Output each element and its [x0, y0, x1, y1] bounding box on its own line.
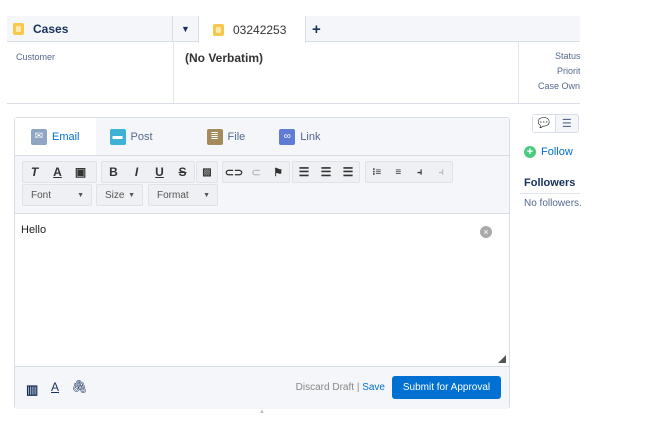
select-value: Format: [157, 189, 189, 201]
select-value: Size: [105, 189, 125, 201]
tab-label: Email: [52, 130, 80, 143]
publisher: ✉ Email ▬ Post ≣ File ∞ Link T A ▣ BIUS ▨ ⊂⊃ ⊂ ⚑…: [14, 117, 510, 409]
tab-label: File: [227, 130, 246, 143]
tab-case[interactable]: 03242253: [198, 16, 306, 43]
tab-label: Post: [130, 130, 153, 143]
select-value: Font: [31, 189, 52, 201]
strikethrough-icon[interactable]: S: [171, 165, 194, 179]
file-icon: ≣: [206, 128, 223, 145]
priority-label: Priority: [557, 66, 580, 76]
text-color-icon[interactable]: A: [46, 165, 69, 179]
tab-email[interactable]: ✉ Email: [15, 118, 96, 155]
case-icon: [213, 23, 224, 36]
save-link[interactable]: Save: [362, 382, 385, 393]
flag-icon[interactable]: ⚑: [267, 166, 289, 179]
editor-toolbar: T A ▣ BIUS ▨ ⊂⊃ ⊂ ⚑ ☰ ☰ ☰ ⁝≡ ≡ ⫞ ⫞ Font ▼ Size ▼ Fo…: [15, 156, 509, 214]
case-icon: [13, 23, 24, 35]
plus-icon: +: [524, 146, 536, 158]
resize-grip-icon[interactable]: ▲: [259, 409, 265, 415]
list-group: ⁝≡ ≡ ⫞ ⫞: [365, 161, 453, 183]
follow-button[interactable]: + Follow: [524, 146, 573, 158]
chevron-down-icon: ▼: [77, 191, 84, 199]
align-right-icon[interactable]: ☰: [337, 165, 359, 179]
tab-cases[interactable]: Cases: [13, 16, 68, 42]
separator: |: [356, 382, 360, 393]
email-body-editor[interactable]: Hello ×: [15, 214, 509, 366]
outdent-icon[interactable]: ⫞: [431, 167, 453, 178]
plus-icon[interactable]: +: [312, 16, 321, 42]
tab-file[interactable]: ≣ File: [167, 118, 260, 155]
template-icon[interactable]: ▥: [26, 382, 38, 398]
font-select[interactable]: Font ▼: [22, 184, 92, 206]
underline-icon[interactable]: U: [148, 165, 171, 179]
image-icon[interactable]: ▨: [197, 167, 217, 178]
tab-label: 03242253: [233, 22, 287, 37]
format-group: T A ▣: [22, 161, 97, 183]
link-icon[interactable]: ⊂⊃: [223, 166, 245, 179]
unlink-icon[interactable]: ⊂: [245, 166, 267, 179]
numbered-list-icon[interactable]: ≡: [388, 167, 410, 178]
owner-label: Case Owner: [538, 81, 580, 91]
customer-label: Customer: [16, 52, 56, 62]
clear-icon[interactable]: ×: [480, 226, 492, 238]
publisher-footer: ▥ A 🖇 Discard Draft | Save Submit for Ap…: [15, 366, 509, 409]
chat-icon[interactable]: 💬: [533, 115, 556, 132]
tab-post[interactable]: ▬ Post: [96, 118, 167, 155]
email-body-text[interactable]: Hello: [21, 224, 46, 236]
followers-title: Followers: [524, 177, 576, 189]
post-icon: ▬: [109, 128, 126, 145]
attach-icon[interactable]: 🖇: [71, 379, 88, 395]
no-followers-text: No followers.: [524, 198, 582, 209]
size-select[interactable]: Size ▼: [96, 184, 143, 206]
discard-draft-link[interactable]: Discard Draft: [296, 382, 354, 393]
bg-color-icon[interactable]: ▣: [69, 165, 92, 179]
resize-handle-icon[interactable]: [498, 355, 506, 363]
case-header: Customer (No Verbatim) Status Priority C…: [7, 42, 580, 104]
tab-label: Cases: [33, 22, 69, 36]
text-format-icon[interactable]: A: [51, 380, 59, 394]
tab-bar: Cases ▼ 03242253 +: [7, 16, 580, 43]
align-left-icon[interactable]: ☰: [293, 165, 315, 179]
divider: [520, 193, 580, 194]
image-group: ▨: [196, 161, 218, 183]
bullet-list-icon[interactable]: ⁝≡: [366, 167, 388, 178]
submit-for-approval-button[interactable]: Submit for Approval: [392, 376, 501, 399]
caret-down-icon[interactable]: ▼: [172, 16, 198, 42]
status-label: Status: [555, 51, 580, 61]
follow-label: Follow: [541, 146, 573, 158]
tab-label: Link: [300, 130, 321, 143]
format-select[interactable]: Format ▼: [148, 184, 218, 206]
chevron-down-icon: ▼: [128, 191, 135, 199]
link-group: ⊂⊃ ⊂ ⚑: [222, 161, 290, 183]
style-group: BIUS: [101, 161, 195, 183]
link-icon: ∞: [279, 128, 296, 145]
list-icon[interactable]: ☰: [556, 115, 578, 132]
bold-icon[interactable]: B: [102, 165, 125, 179]
chevron-down-icon: ▼: [203, 191, 210, 199]
align-center-icon[interactable]: ☰: [315, 165, 337, 179]
publisher-tabs: ✉ Email ▬ Post ≣ File ∞ Link: [15, 118, 509, 156]
email-icon: ✉: [31, 128, 47, 145]
align-group: ☰ ☰ ☰: [292, 161, 360, 183]
view-toggle: 💬 ☰: [532, 114, 579, 133]
italic-icon[interactable]: I: [125, 165, 148, 179]
clear-format-icon[interactable]: T: [23, 165, 46, 179]
indent-icon[interactable]: ⫞: [409, 167, 431, 178]
verbatim: (No Verbatim): [185, 51, 264, 65]
tab-link[interactable]: ∞ Link: [259, 118, 334, 155]
